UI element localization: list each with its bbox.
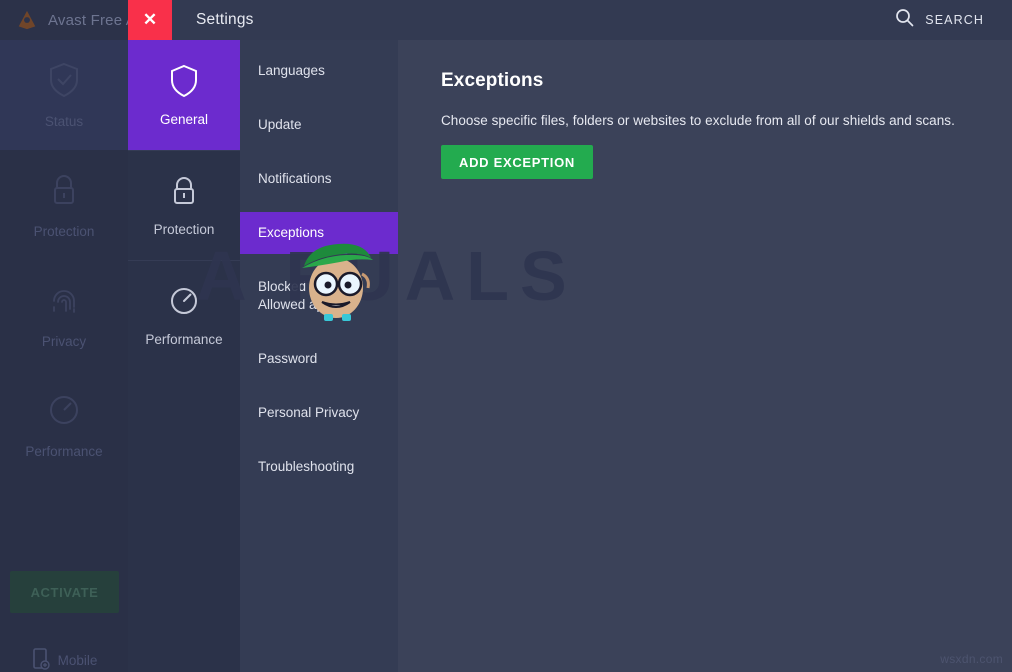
sidebar-item-mobile[interactable]: Mobile [0, 632, 129, 672]
activate-button[interactable]: ACTIVATE [10, 571, 119, 613]
gauge-icon [47, 391, 81, 434]
close-icon[interactable]: ✕ [128, 0, 172, 40]
settings-menu-item-troubleshooting[interactable]: Troubleshooting [240, 446, 398, 488]
shield-icon [169, 64, 199, 103]
add-exception-button[interactable]: ADD EXCEPTION [441, 145, 593, 179]
settings-window: ✕ Settings SEARCH Gen [128, 0, 1012, 672]
sidebar-item-privacy[interactable]: Privacy [0, 260, 128, 370]
search-icon [895, 8, 914, 32]
sidebar-item-label: Performance [25, 444, 102, 459]
settings-category-label: Protection [154, 222, 215, 237]
search-button[interactable]: SEARCH [895, 0, 984, 40]
screen: Avast Free A Status [0, 0, 1012, 672]
settings-category-label: Performance [145, 332, 222, 347]
gauge-icon [168, 284, 200, 323]
page-title: Exceptions [441, 70, 1012, 92]
settings-menu-item-exceptions[interactable]: Exceptions [240, 212, 398, 254]
settings-menu-item-personal-privacy[interactable]: Personal Privacy [240, 392, 398, 434]
sidebar-item-label: Privacy [42, 334, 86, 349]
sidebar-item-protection[interactable]: Protection [0, 150, 128, 260]
sidebar-item-status[interactable]: Status [0, 40, 128, 150]
sidebar-item-label: Status [45, 114, 83, 129]
main-sidebar: Status Protection [0, 40, 129, 672]
settings-content-pane: Exceptions Choose specific files, folder… [398, 40, 1012, 672]
lock-icon [48, 171, 80, 214]
settings-category-performance[interactable]: Performance [128, 260, 240, 370]
settings-menu-list: Languages Update Notifications Exception… [240, 40, 398, 672]
settings-category-label: General [160, 112, 208, 127]
page-description: Choose specific files, folders or websit… [441, 113, 1012, 128]
sidebar-item-label: Mobile [58, 653, 98, 668]
sidebar-item-label: Protection [34, 224, 95, 239]
settings-menu-item-update[interactable]: Update [240, 104, 398, 146]
settings-category-general[interactable]: General [128, 40, 240, 150]
sidebar-item-performance[interactable]: Performance [0, 370, 128, 480]
lock-icon [170, 174, 198, 213]
settings-menu-item-notifications[interactable]: Notifications [240, 158, 398, 200]
main-window-title: Avast Free A [48, 12, 136, 29]
fingerprint-icon [48, 281, 80, 324]
settings-menu-item-password[interactable]: Password [240, 338, 398, 380]
settings-title: Settings [196, 11, 254, 29]
mobile-phone-icon [32, 648, 50, 672]
settings-category-protection[interactable]: Protection [128, 150, 240, 260]
search-label: SEARCH [925, 13, 984, 27]
settings-menu-item-blocked-allowed-apps[interactable]: Blocked & Allowed apps [240, 266, 398, 326]
settings-menu-item-languages[interactable]: Languages [240, 50, 398, 92]
shield-check-icon [47, 61, 81, 104]
avast-logo-icon [16, 9, 38, 31]
settings-titlebar: ✕ Settings SEARCH [128, 0, 1012, 40]
settings-category-rail: General Protection [128, 40, 240, 672]
